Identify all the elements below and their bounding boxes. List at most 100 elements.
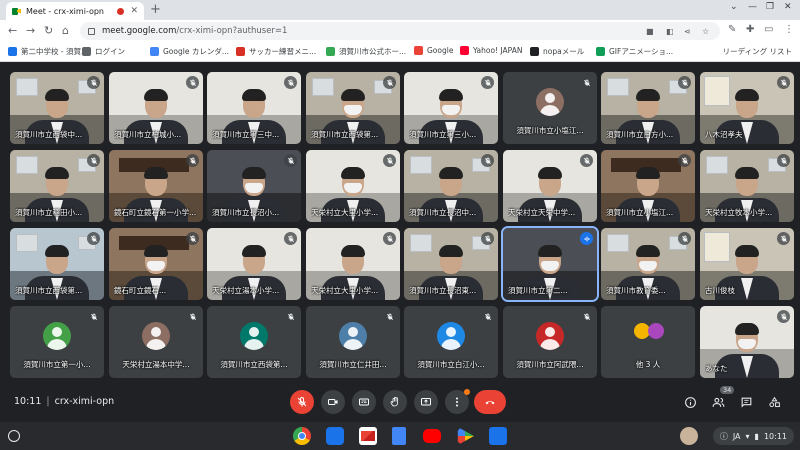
participant-tile[interactable]: 須賀川市立第一小... <box>10 306 104 378</box>
participant-name: 須賀川市立白方小... <box>606 130 674 139</box>
os-shelf: ⓘ JA ▾ ▮ 10:11 <box>0 422 800 450</box>
more-options-button[interactable] <box>445 389 470 414</box>
participant-tile[interactable]: 須賀川市立仁井田... <box>306 306 400 378</box>
participant-tile[interactable]: 須賀川市立小塩江... <box>601 150 695 222</box>
participant-tile[interactable]: 天栄村立大里小学... <box>306 228 400 300</box>
participant-tile[interactable]: 須賀川市立西袋第... <box>207 306 301 378</box>
extensions-icon[interactable]: ✚ <box>746 24 754 35</box>
captions-button[interactable] <box>352 390 376 414</box>
participant-tile[interactable]: 天栄村立大里小学... <box>306 150 400 222</box>
participant-tile[interactable]: 鏡石町立鏡石... <box>109 228 203 300</box>
participant-tile[interactable]: 須賀川市立稲田小... <box>10 150 104 222</box>
tab-search-icon[interactable]: ⌄ <box>730 2 738 12</box>
reload-icon[interactable]: ↻ <box>44 23 53 39</box>
bookmark-item[interactable]: サッカー練習メニ... <box>236 46 316 57</box>
mic-toggle-button[interactable] <box>290 390 314 414</box>
participant-tile[interactable]: 他 3 人 <box>601 306 695 378</box>
home-icon[interactable]: ⌂ <box>62 23 69 39</box>
raise-hand-button[interactable] <box>383 390 407 414</box>
participant-name: 須賀川市立柏城小... <box>114 130 182 139</box>
system-tray[interactable]: ⓘ JA ▾ ▮ 10:11 <box>712 427 794 445</box>
participant-tile[interactable]: 須賀川市立第三小... <box>404 72 498 144</box>
tab-close-icon[interactable]: ✕ <box>130 6 138 16</box>
bookmark-star-icon[interactable]: ☆ <box>702 27 709 36</box>
browser-tab-strip: Meet - crx-ximi-opn ✕ + ⌄ — ❐ ✕ <box>0 0 800 20</box>
participant-name: 他 3 人 <box>635 360 661 369</box>
mic-muted-icon <box>383 232 396 245</box>
mic-muted-icon <box>777 154 790 167</box>
camera-in-use-icon[interactable]: ■ <box>646 27 654 36</box>
minimize-button[interactable]: — <box>748 2 757 12</box>
gmail-app-icon[interactable] <box>359 427 377 445</box>
pen-extension-icon[interactable]: ✎ <box>728 24 736 35</box>
participant-tile[interactable]: 天栄村立湯本小学... <box>207 228 301 300</box>
participant-avatar <box>142 322 170 350</box>
launcher-icon[interactable] <box>8 430 20 442</box>
camera-toggle-button[interactable] <box>321 390 345 414</box>
user-avatar[interactable] <box>680 427 698 445</box>
tray-time: 10:11 <box>763 431 787 441</box>
share-icon[interactable]: ⋖ <box>684 27 691 36</box>
cast-icon[interactable]: ▭ <box>764 24 773 35</box>
bookmark-label: ログイン <box>95 47 125 56</box>
participant-tile[interactable]: 須賀川市教育委... <box>601 228 695 300</box>
participant-tile[interactable]: 天栄村立牧本小学... <box>700 150 794 222</box>
translate-icon[interactable]: ◧ <box>666 27 674 36</box>
participant-tile[interactable]: 須賀川市立阿武隈... <box>503 306 597 378</box>
participant-tile[interactable]: 古川俊枝 <box>700 228 794 300</box>
mic-muted-icon <box>777 76 790 89</box>
participant-tile[interactable]: 須賀川市立柏城小... <box>109 72 203 144</box>
files-app-icon[interactable] <box>489 427 507 445</box>
mic-muted-icon <box>777 232 790 245</box>
maximize-button[interactable]: ❐ <box>766 2 774 12</box>
participant-tile[interactable]: 須賀川市立第三中... <box>207 72 301 144</box>
menu-kebab-icon[interactable]: ⋮ <box>784 24 794 35</box>
new-tab-button[interactable]: + <box>150 2 161 18</box>
bookmark-item[interactable]: Yahoo! JAPAN <box>460 46 522 55</box>
meeting-details-button[interactable] <box>682 394 698 410</box>
participant-tile[interactable]: 須賀川市立西袋中... <box>10 72 104 144</box>
mic-muted-icon <box>580 154 593 167</box>
participant-tile[interactable]: 天栄村立天栄中学... <box>503 150 597 222</box>
bookmark-item[interactable]: Google カレンダ... <box>150 46 229 57</box>
participant-tile[interactable]: 須賀川市立白江小... <box>404 306 498 378</box>
leave-call-button[interactable] <box>474 390 506 414</box>
address-bar[interactable]: meet.google.com/crx-ximi-opn?authuser=1 … <box>80 22 720 40</box>
play-store-app-icon[interactable] <box>457 427 474 445</box>
participant-tile[interactable]: 八木沼孝夫 <box>700 72 794 144</box>
zoom-app-icon[interactable] <box>326 427 344 445</box>
participant-name: 須賀川市立阿武隈... <box>516 360 584 369</box>
reading-list-button[interactable]: リーディング リスト <box>723 46 792 57</box>
participant-tile[interactable]: あなた <box>700 306 794 378</box>
participant-tile[interactable]: 須賀川市立西袋第... <box>10 228 104 300</box>
chat-button[interactable] <box>738 394 754 410</box>
bookmark-item[interactable]: 第二中学校 - 須賀... <box>8 46 88 57</box>
participant-tile[interactable]: 須賀川市立長沼中... <box>404 150 498 222</box>
participant-tile[interactable]: 須賀川市立西袋第... <box>306 72 400 144</box>
bookmark-item[interactable]: Google <box>414 46 453 55</box>
forward-arrow-icon[interactable]: → <box>26 23 35 39</box>
docs-app-icon[interactable] <box>392 427 406 445</box>
participant-tile[interactable]: 須賀川市立長沼小... <box>207 150 301 222</box>
participant-tile[interactable]: 須賀川市立小塩江... <box>503 72 597 144</box>
participant-tile[interactable]: 須賀川市立第二... <box>501 226 599 302</box>
participant-avatar <box>536 322 564 350</box>
bookmark-item[interactable]: ログイン <box>82 46 125 57</box>
participant-tile[interactable]: 鏡石町立鏡石第一小学... <box>109 150 203 222</box>
mic-muted-icon <box>87 232 100 245</box>
bookmark-item[interactable]: GIFアニメーショ... <box>596 46 673 57</box>
participant-tile[interactable]: 天栄村立湯本中学... <box>109 306 203 378</box>
present-screen-button[interactable] <box>414 390 438 414</box>
participant-tile[interactable]: 須賀川市立白方小... <box>601 72 695 144</box>
people-button[interactable] <box>710 394 726 410</box>
bookmark-item[interactable]: nopaメール <box>530 46 584 57</box>
bookmark-favicon-icon <box>82 47 91 56</box>
meet-tab[interactable]: Meet - crx-ximi-opn ✕ <box>6 2 144 20</box>
youtube-app-icon[interactable] <box>423 429 441 443</box>
back-arrow-icon[interactable]: ← <box>8 23 17 39</box>
close-window-button[interactable]: ✕ <box>784 2 792 12</box>
chrome-app-icon[interactable] <box>293 427 311 445</box>
participant-tile[interactable]: 須賀川市立長沼東... <box>404 228 498 300</box>
bookmark-item[interactable]: 須賀川市公式ホー... <box>326 46 406 57</box>
activities-button[interactable] <box>766 394 782 410</box>
